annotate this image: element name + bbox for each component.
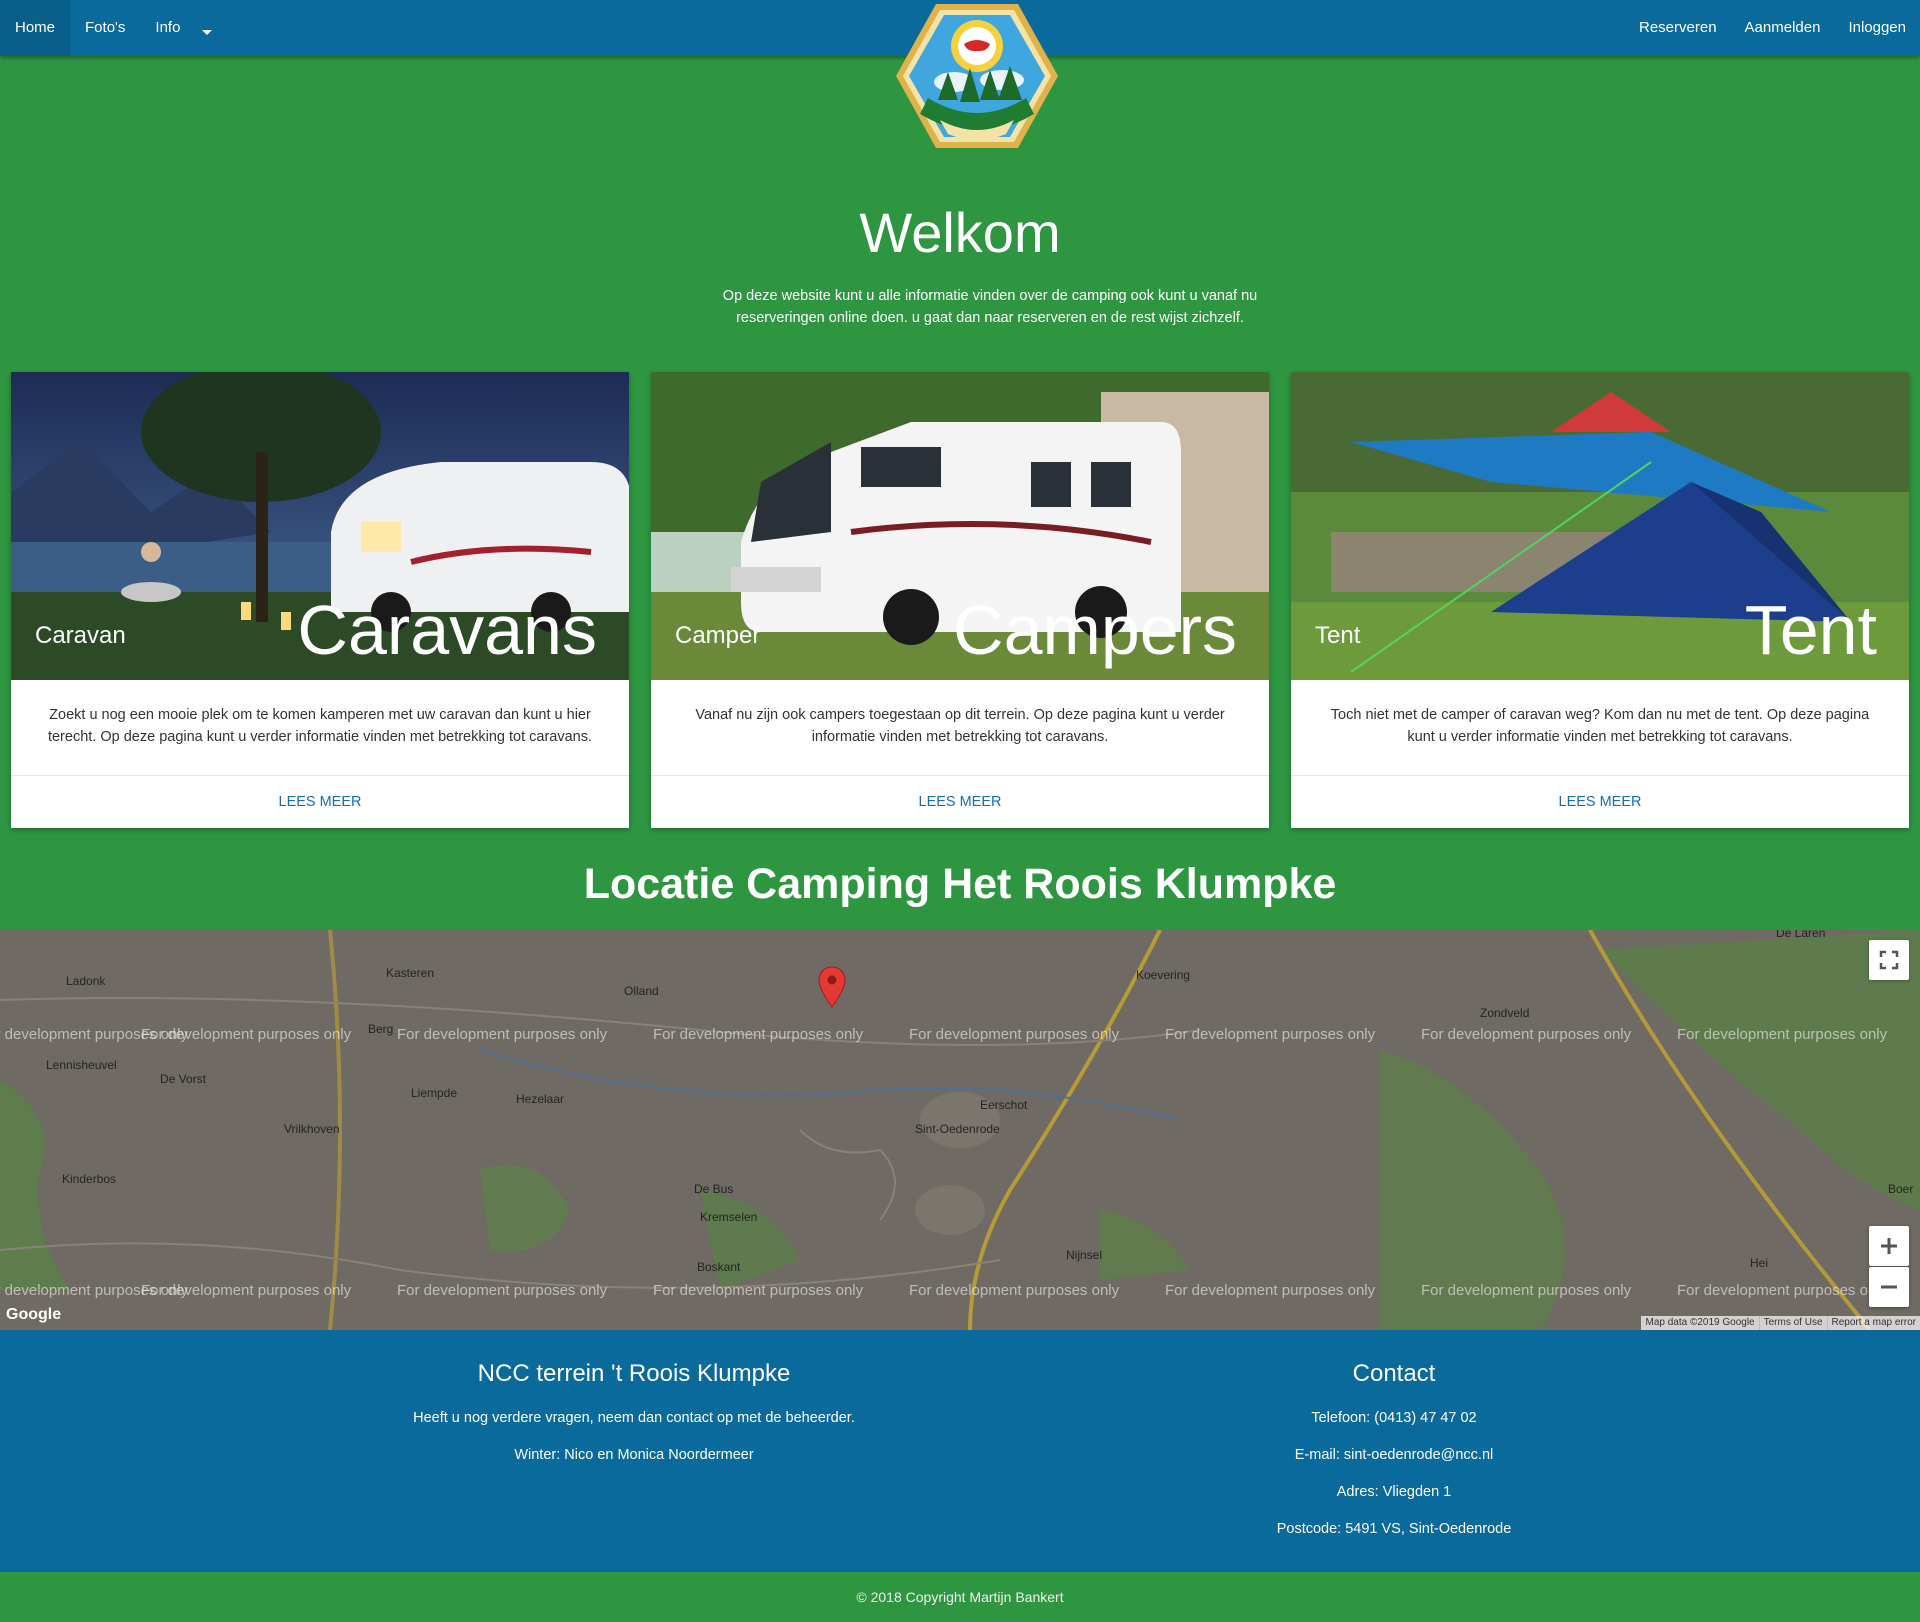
card-small-label: Caravan [35, 622, 126, 649]
map-place: De Laren [1776, 930, 1826, 940]
minus-icon [1881, 1285, 1897, 1289]
map-place: Boer [1888, 1182, 1914, 1196]
dev-watermark: For development purposes only [1677, 1282, 1888, 1299]
nav-photos[interactable]: Foto's [70, 0, 140, 56]
map-marker-icon[interactable] [818, 966, 846, 1008]
zoom-in-button[interactable] [1869, 1226, 1909, 1266]
card-big-label: Caravans [297, 591, 597, 669]
map-place: Vrilkhoven [284, 1122, 340, 1136]
map-place: Olland [624, 984, 659, 998]
nav-left: Home Foto's Info [0, 0, 227, 56]
card-text: Zoekt u nog een mooie plek om te komen k… [11, 680, 629, 776]
welcome-title: Welkom [859, 201, 1061, 264]
tent-image: Tent Tent [1291, 372, 1909, 680]
camper-image: Camper Campers [651, 372, 1269, 680]
map-place: Kasteren [386, 966, 435, 980]
nav-aanmelden[interactable]: Aanmelden [1731, 0, 1835, 56]
card-small-label: Tent [1315, 622, 1361, 649]
dev-watermark: For development purposes only [653, 1026, 864, 1043]
footer-about-line: Winter: Nico en Monica Noordermeer [514, 1447, 754, 1463]
map-place: Zondveld [1480, 1006, 1530, 1020]
dev-watermark: For development purposes only [1421, 1282, 1632, 1299]
footer-contact-title: Contact [1352, 1360, 1436, 1387]
footer-about: NCC terrein 't Roois Klumpke Heeft u nog… [234, 1330, 1034, 1482]
nav-home[interactable]: Home [0, 0, 71, 56]
map-place: Hezelaar [516, 1092, 565, 1106]
map-credits: Map data ©2019 Google Terms of Use Repor… [1641, 1316, 1920, 1330]
map-place: Eerschot [980, 1098, 1028, 1112]
location-title: Locatie Camping Het Roois Klumpke [583, 860, 1337, 908]
footer-about-title: NCC terrein 't Roois Klumpke [477, 1360, 791, 1387]
dev-watermark: For development purposes only [909, 1282, 1120, 1299]
map-place: Ladonk [66, 974, 106, 988]
nav-inloggen[interactable]: Inloggen [1834, 0, 1920, 56]
copyright: © 2018 Copyright Martijn Bankert [0, 1572, 1920, 1622]
footer-phone: Telefoon: (0413) 47 47 02 [1311, 1410, 1477, 1426]
terms-of-use-link[interactable]: Terms of Use [1758, 1316, 1827, 1330]
nav-right: Reserveren Aanmelden Inloggen [1625, 0, 1920, 56]
card-tent: Tent Tent Toch niet met de camper of car… [1291, 372, 1909, 828]
map-place: Liempde [411, 1086, 458, 1100]
footer-postcode: Postcode: 5491 VS, Sint-Oedenrode [1276, 1521, 1512, 1537]
card-small-label: Camper [675, 622, 761, 649]
dev-watermark: For development purposes only [1165, 1026, 1376, 1043]
map-place: Koevering [1136, 968, 1191, 982]
dev-watermark: For development purposes only [1421, 1026, 1632, 1043]
map-place: Lennisheuvel [46, 1058, 117, 1072]
card-caravans: Caravan Caravans Zoekt u nog een mooie p… [11, 372, 629, 828]
footer: NCC terrein 't Roois Klumpke Heeft u nog… [0, 1330, 1920, 1572]
dev-watermark: For development purposes only [653, 1282, 864, 1299]
map-place: Boskant [697, 1260, 741, 1274]
footer-email: E-mail: sint-oedenrode@ncc.nl [1294, 1447, 1494, 1463]
dev-watermark: For development purposes only [1165, 1282, 1376, 1299]
card-campers: Camper Campers Vanaf nu zijn ook campers… [651, 372, 1269, 828]
welcome-text: Op deze website kunt u alle informatie v… [722, 288, 1258, 326]
map-data-credit: Map data ©2019 Google [1645, 1317, 1755, 1328]
dev-watermark: For development purposes only [141, 1026, 352, 1043]
caret-down-icon [202, 30, 213, 35]
caravan-image: Caravan Caravans [11, 372, 629, 680]
dev-watermark: For development purposes only [1677, 1026, 1888, 1043]
footer-about-line: Heeft u nog verdere vragen, neem dan con… [413, 1410, 855, 1426]
logo-emblem [896, 4, 1058, 148]
map-place: Sint-Oedenrode [915, 1122, 1000, 1136]
dev-watermark: For development purposes only [909, 1026, 1120, 1043]
card-big-label: Campers [953, 591, 1237, 669]
map-place: Hei [1750, 1256, 1769, 1270]
report-map-error-link[interactable]: Report a map error [1826, 1316, 1920, 1330]
footer-address: Adres: Vliegden 1 [1336, 1484, 1452, 1500]
map-place: Kremselen [700, 1210, 758, 1224]
nav-info[interactable]: Info [140, 0, 227, 56]
site-logo[interactable] [894, 2, 1060, 150]
card-text: Toch niet met de camper of caravan weg? … [1291, 680, 1909, 776]
fullscreen-icon [1879, 950, 1899, 970]
map-place: De Bus [694, 1182, 734, 1196]
nav-info-label: Info [155, 19, 181, 36]
zoom-out-button[interactable] [1869, 1267, 1909, 1307]
nav-reserveren[interactable]: Reserveren [1625, 0, 1731, 56]
map[interactable]: Ladonk Kasteren Olland Koevering Zondvel… [0, 930, 1920, 1330]
plus-icon [1881, 1238, 1897, 1254]
dev-watermark: For development purposes only [141, 1282, 352, 1299]
map-place: De Vorst [160, 1072, 207, 1086]
map-place: Berg [368, 1022, 394, 1036]
lees-meer-link[interactable]: LEES MEER [11, 776, 629, 828]
map-place: Kinderbos [62, 1172, 117, 1186]
dev-watermark: For development purposes only [397, 1282, 608, 1299]
lees-meer-link[interactable]: LEES MEER [1291, 776, 1909, 828]
card-text: Vanaf nu zijn ook campers toegestaan op … [651, 680, 1269, 776]
fullscreen-button[interactable] [1869, 940, 1909, 980]
lees-meer-link[interactable]: LEES MEER [651, 776, 1269, 828]
card-big-label: Tent [1744, 591, 1877, 669]
map-place: Nijnsel [1066, 1248, 1103, 1262]
google-logo[interactable]: Google [6, 1306, 61, 1324]
dev-watermark: For development purposes only [397, 1026, 608, 1043]
footer-contact: Contact Telefoon: (0413) 47 47 02 E-mail… [994, 1330, 1794, 1556]
